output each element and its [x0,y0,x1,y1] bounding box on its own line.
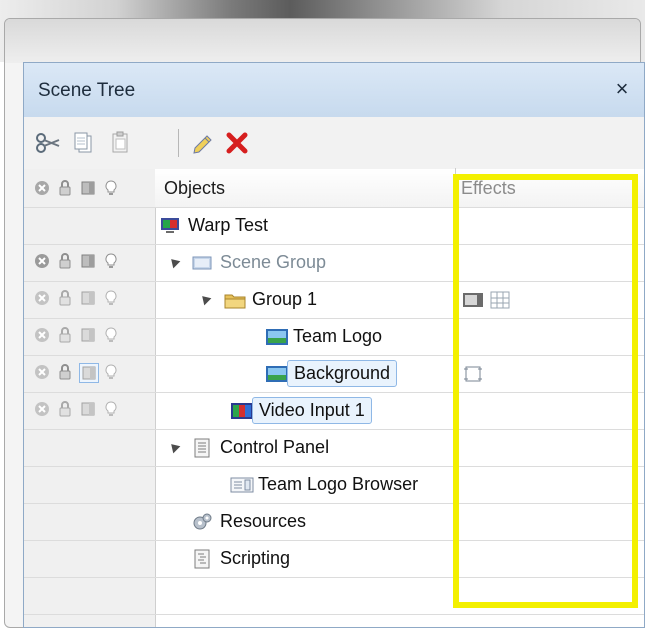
enable-header-icon [33,179,51,197]
effect-crop-icon[interactable] [462,365,484,383]
tree-node[interactable]: Team Logo [265,318,382,355]
image-icon [265,364,288,384]
toolbar-separator [178,129,179,157]
video-input-icon [230,401,253,421]
column-effects: Effects [461,178,516,198]
enable-toggle[interactable] [33,252,51,270]
tree-row[interactable]: Resources [24,503,644,540]
tree-node[interactable]: Team Logo Browser [230,466,418,503]
tree-node[interactable]: Scripting [192,540,290,577]
tree-node[interactable]: Background [265,355,398,392]
folder-icon [224,290,246,310]
light-toggle[interactable] [102,252,120,270]
expand-caret-icon[interactable] [167,255,181,269]
light-header-icon [102,179,120,197]
node-label: Team Logo Browser [258,474,419,494]
resources-gear-icon [192,512,212,532]
tree-node[interactable]: Video Input 1 [230,392,372,429]
node-label: Team Logo [293,326,383,346]
tree-row[interactable]: Scene Group [24,244,644,281]
lock-header-icon [56,179,74,197]
lock-toggle[interactable] [56,400,74,418]
lock-toggle[interactable] [56,363,74,381]
image-icon [265,327,288,347]
enable-toggle[interactable] [33,326,51,344]
visibility-toggle[interactable] [79,326,97,344]
light-toggle[interactable] [102,326,120,344]
lock-toggle[interactable] [56,252,74,270]
tree-row[interactable]: Background [24,355,644,392]
tree-row[interactable]: Scripting [24,540,644,577]
enable-toggle[interactable] [33,363,51,381]
node-label: Warp Test [188,215,269,235]
tree-row[interactable]: Team Logo Browser [24,466,644,503]
tree-row[interactable]: Control Panel [24,429,644,466]
lock-toggle[interactable] [56,289,74,307]
visibility-toggle[interactable] [79,252,97,270]
edit-icon[interactable] [189,129,217,157]
scripting-icon [192,549,212,569]
tree-node[interactable]: Warp Test [160,207,268,244]
tree-node[interactable]: Group 1 [224,281,317,318]
paste-icon[interactable] [106,129,134,157]
tree-row[interactable]: Warp Test [24,207,644,244]
enable-toggle[interactable] [33,400,51,418]
scene-tree-grid: Objects Effects Warp Test Scene Group Gr… [24,168,644,627]
light-toggle[interactable] [102,400,120,418]
node-label: Group 1 [252,289,318,309]
effect-grid-warp-icon[interactable] [489,291,511,309]
scene-tree-panel: Scene Tree × Objects Effects Warp Test S… [23,62,645,628]
tree-row[interactable]: Team Logo [24,318,644,355]
outer-window-top [5,19,640,63]
close-button[interactable]: × [610,77,634,101]
tree-node[interactable]: Control Panel [192,429,329,466]
node-label: Resources [220,511,307,531]
row-divider [24,614,644,615]
panel-titlebar: Scene Tree × [24,63,644,117]
tree-node[interactable]: Scene Group [192,244,326,281]
node-label: Scripting [220,548,291,568]
copy-icon[interactable] [70,129,98,157]
browser-control-icon [230,475,254,495]
tree-row[interactable]: Group 1 [24,281,644,318]
control-panel-icon [192,438,212,458]
column-objects: Objects [164,178,226,198]
visibility-toggle[interactable] [79,400,97,418]
scene-group-icon [192,253,212,273]
tree-row[interactable]: Video Input 1 [24,392,644,429]
scene-icon [160,216,180,236]
lock-toggle[interactable] [56,326,74,344]
cut-icon[interactable] [34,129,62,157]
visibility-header-icon [79,179,97,197]
light-toggle[interactable] [102,363,120,381]
tree-node[interactable]: Resources [192,503,306,540]
panel-title: Scene Tree [38,80,136,101]
expand-caret-icon[interactable] [167,440,181,454]
node-label: Scene Group [220,252,327,272]
delete-icon[interactable] [223,129,251,157]
row-divider [24,577,644,578]
node-label: Background [287,360,398,387]
visibility-toggle[interactable] [79,289,97,307]
enable-toggle[interactable] [33,289,51,307]
node-label: Control Panel [220,437,330,457]
expand-caret-icon[interactable] [198,292,212,306]
light-toggle[interactable] [102,289,120,307]
visibility-toggle[interactable] [79,363,99,383]
column-header [155,169,644,207]
node-label: Video Input 1 [252,397,372,424]
effect-shadow-icon[interactable] [462,291,484,309]
toolbar [24,117,644,170]
